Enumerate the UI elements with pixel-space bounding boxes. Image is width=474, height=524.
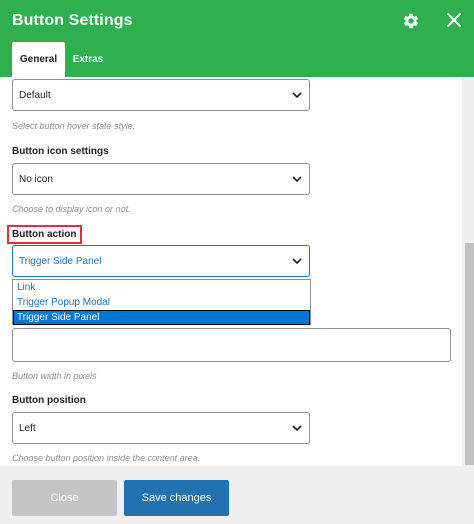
button-position-value: Left [19,422,36,434]
tab-general[interactable]: General [12,42,65,77]
chevron-down-icon [292,258,302,265]
save-changes-button[interactable]: Save changes [124,480,229,516]
close-button[interactable]: Close [12,480,117,516]
chevron-down-icon [292,92,302,99]
modal-header: Button Settings General Extras [0,0,474,77]
gear-icon[interactable] [402,12,420,30]
settings-content: Default Select button hover state style.… [0,77,462,466]
icon-settings-value: No icon [19,173,53,185]
icon-settings-help: Choose to display icon or not. [12,204,131,214]
chevron-down-icon [292,176,302,183]
button-position-label: Button position [12,395,86,406]
icon-settings-select[interactable]: No icon [12,163,310,195]
button-action-select[interactable]: Trigger Side Panel [12,245,310,277]
button-position-help: Choose button position inside the conten… [12,453,201,463]
button-action-value: Trigger Side Panel [19,255,102,267]
option-trigger-popup-modal[interactable]: Trigger Popup Modal [13,295,310,310]
hover-state-select[interactable]: Default [12,79,310,111]
close-icon[interactable] [446,12,462,28]
icon-settings-label: Button icon settings [12,146,109,157]
hover-state-value: Default [19,89,51,101]
option-trigger-side-panel[interactable]: Trigger Side Panel [13,310,310,325]
scrollbar-thumb[interactable] [465,243,474,465]
option-link[interactable]: Link [13,280,310,295]
chevron-down-icon [292,425,302,432]
modal-title: Button Settings [12,12,133,29]
button-position-select[interactable]: Left [12,412,310,444]
button-action-dropdown[interactable]: Link Trigger Popup Modal Trigger Side Pa… [12,279,311,325]
tab-extras[interactable]: Extras [65,42,111,77]
button-action-highlight [7,225,82,244]
hover-state-help: Select button hover state style. [12,121,136,131]
button-width-help: Button width in pixels [12,371,97,381]
button-width-input[interactable] [12,328,451,362]
